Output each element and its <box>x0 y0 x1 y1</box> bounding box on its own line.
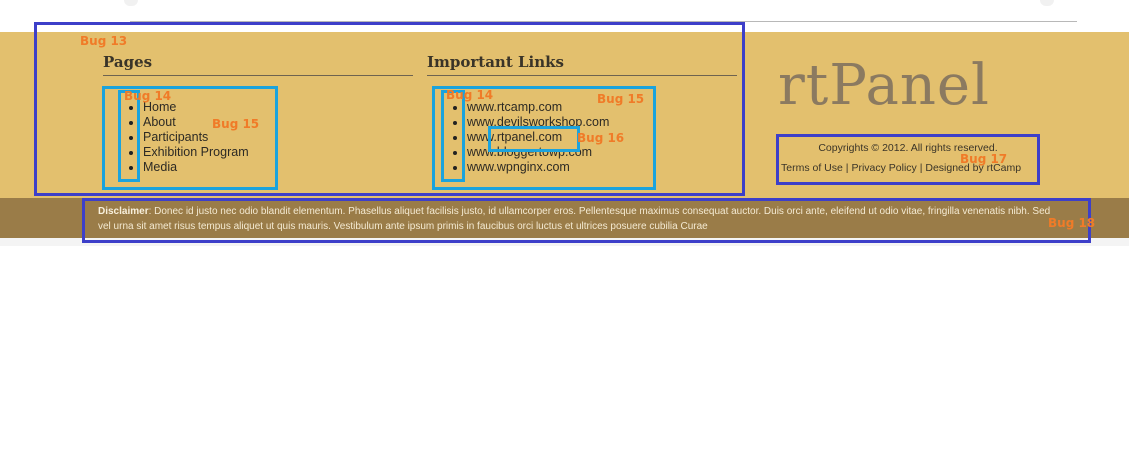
list-item: www.devilsworkshop.com <box>452 115 609 130</box>
link-wpnginx[interactable]: www.wpnginx.com <box>467 160 570 174</box>
privacy-policy-link[interactable]: Privacy Policy <box>851 162 916 174</box>
link-devilsworkshop[interactable]: www.devilsworkshop.com <box>467 115 609 129</box>
bug-tag-14-pages: Bug 14 <box>124 89 172 103</box>
footer-bottom-strip <box>0 238 1129 246</box>
top-nub-left <box>124 0 138 6</box>
disclaimer-label: Disclaimer <box>98 206 149 217</box>
bug-tag-15-pages: Bug 15 <box>212 117 260 131</box>
list-item: Media <box>129 160 249 175</box>
bug-tag-18: Bug 18 <box>1048 216 1096 230</box>
bug-tag-17: Bug 17 <box>960 152 1008 166</box>
top-nub-right <box>1040 0 1054 6</box>
pages-list: Home About Participants Exhibition Progr… <box>129 100 249 175</box>
page-link-about[interactable]: About <box>143 115 176 129</box>
logo-text: rtPanel <box>778 53 990 118</box>
link-rtcamp[interactable]: www.rtcamp.com <box>467 100 562 114</box>
important-links-heading: Important Links <box>427 52 737 76</box>
link-rtpanel[interactable]: www.rtpanel.com <box>467 130 562 144</box>
list-item: www.wpnginx.com <box>452 160 609 175</box>
link-bloggertowp[interactable]: www.bloggertowp.com <box>467 145 592 159</box>
page-link-exhibition-program[interactable]: Exhibition Program <box>143 145 249 159</box>
rtpanel-logo[interactable]: rtPanel <box>778 50 1038 120</box>
list-item: Exhibition Program <box>129 145 249 160</box>
link-separator: | <box>845 162 849 174</box>
list-item: Participants <box>129 130 249 145</box>
bug-tag-13: Bug 13 <box>80 34 128 48</box>
bug-tag-14-links: Bug 14 <box>446 88 494 102</box>
disclaimer-text: : Donec id justo nec odio blandit elemen… <box>98 206 1051 232</box>
disclaimer: Disclaimer: Donec id justo nec odio blan… <box>98 204 1058 234</box>
pages-widget: Pages Home About Participants Exhibition… <box>103 52 413 174</box>
page-link-participants[interactable]: Participants <box>143 130 208 144</box>
list-item: www.rtcamp.com <box>452 100 609 115</box>
pages-heading: Pages <box>103 52 413 76</box>
link-separator: | <box>919 162 923 174</box>
terms-of-use-link[interactable]: Terms of Use <box>781 162 843 174</box>
bug-tag-16: Bug 16 <box>577 131 625 145</box>
list-item: www.bloggertowp.com <box>452 145 609 160</box>
important-links-widget: Important Links www.rtcamp.com www.devil… <box>427 52 737 174</box>
page-link-media[interactable]: Media <box>143 160 177 174</box>
bug-tag-15-links: Bug 15 <box>597 92 645 106</box>
top-divider <box>130 21 1077 22</box>
